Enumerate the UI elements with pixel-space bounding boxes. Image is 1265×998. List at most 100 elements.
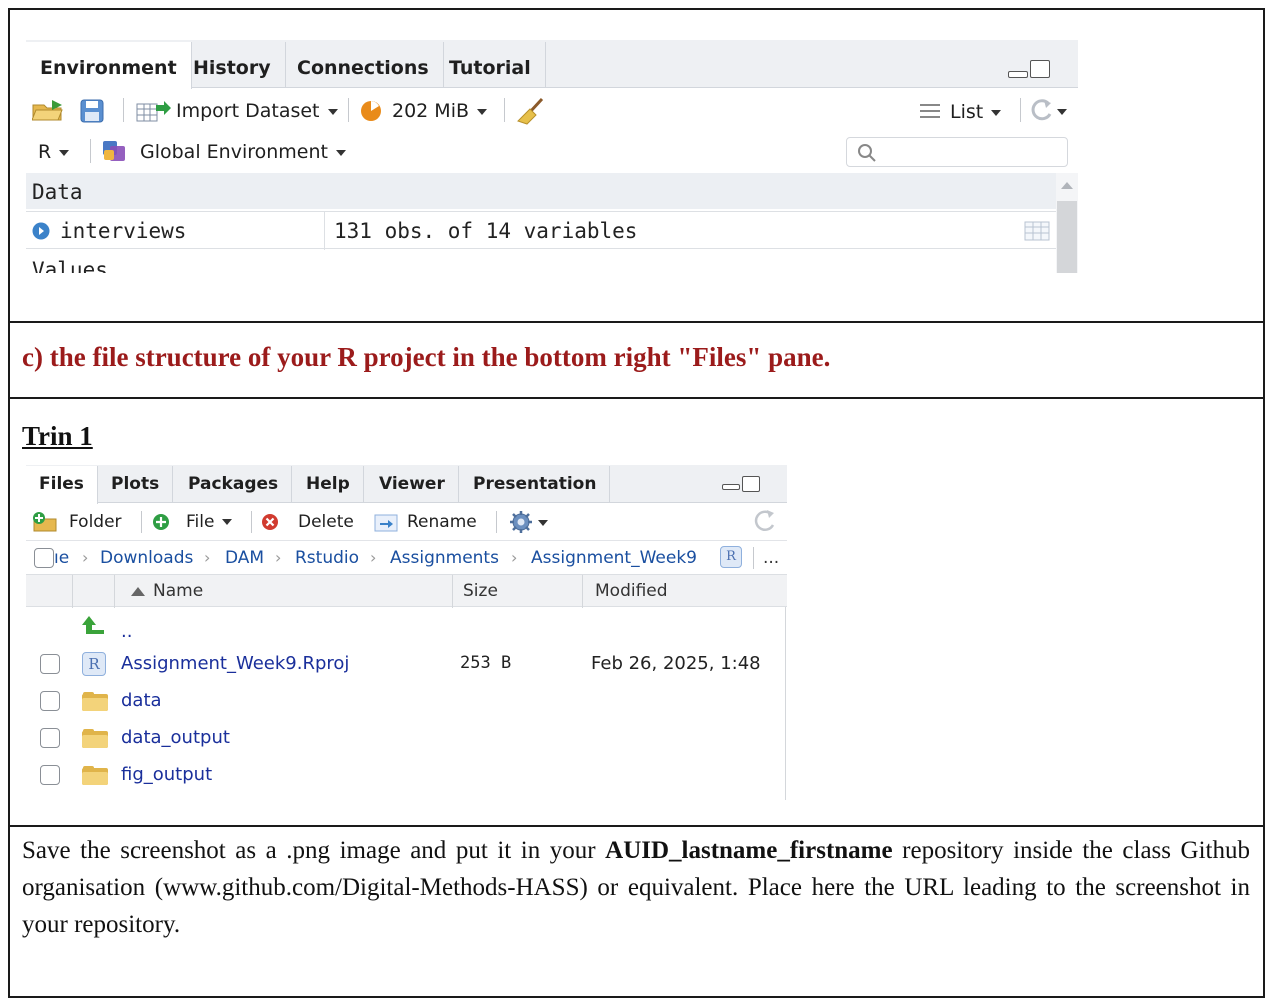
toolbar-separator [141, 511, 142, 533]
toolbar-separator [251, 511, 252, 533]
breadcrumb-separator: › [511, 548, 518, 567]
column-header-size[interactable]: Size [463, 575, 498, 607]
r-project-icon: R [720, 546, 742, 568]
refresh-icon[interactable] [753, 509, 779, 535]
toolbar-separator [123, 98, 124, 122]
tab-help[interactable]: Help [293, 466, 364, 503]
files-pane: Files Plots Packages Help Viewer Present… [26, 465, 787, 800]
memory-usage-button[interactable]: 202 MiB [392, 100, 488, 122]
breadcrumb-item[interactable]: Rstudio [295, 541, 359, 575]
breadcrumb-item[interactable]: Assignments [390, 541, 499, 575]
new-file-icon [153, 514, 169, 530]
new-folder-button[interactable]: Folder [69, 512, 122, 532]
table-row[interactable]: fig_output [26, 756, 787, 793]
env-scrollbar[interactable] [1056, 173, 1078, 273]
file-name[interactable]: data [121, 682, 162, 719]
view-data-icon[interactable] [1024, 221, 1050, 241]
row-checkbox[interactable] [40, 765, 60, 785]
env-toolbar: Import Dataset 202 MiB List [26, 89, 1078, 131]
memory-usage-icon [361, 101, 381, 121]
column-header-modified[interactable]: Modified [595, 575, 668, 607]
minimize-icon[interactable] [1008, 71, 1028, 78]
breadcrumb-item[interactable]: DAM [225, 541, 264, 575]
environment-icon [103, 141, 125, 161]
search-icon [858, 144, 876, 162]
breadcrumb-item[interactable]: Downloads [100, 541, 193, 575]
breadcrumb-separator: › [204, 548, 211, 567]
broom-icon[interactable] [516, 97, 546, 125]
environment-row[interactable]: interviews 131 obs. of 14 variables [26, 211, 1056, 250]
environment-search-input[interactable] [846, 137, 1068, 167]
maximize-icon[interactable] [1030, 60, 1050, 78]
object-name: interviews [60, 219, 187, 243]
view-mode-button[interactable]: List [950, 101, 1002, 123]
row-checkbox[interactable] [40, 691, 60, 711]
parent-directory-row[interactable]: .. [26, 609, 787, 646]
table-row[interactable]: data [26, 682, 787, 719]
rename-icon [374, 514, 398, 532]
tab-connections[interactable]: Connections [283, 42, 444, 88]
language-selector[interactable]: R [38, 141, 70, 163]
pane-right-edge [785, 607, 786, 800]
toolbar-separator [90, 139, 91, 163]
breadcrumb-more-button[interactable]: ... [763, 541, 779, 575]
instructions-part1: Save the screenshot as a .png image and … [22, 837, 606, 864]
tab-environment[interactable]: Environment [26, 42, 192, 89]
tab-history[interactable]: History [179, 42, 286, 88]
open-folder-icon[interactable] [32, 98, 66, 122]
gear-icon[interactable] [508, 510, 534, 534]
expand-arrow-icon[interactable] [32, 222, 50, 240]
list-view-icon [920, 104, 940, 118]
tab-viewer[interactable]: Viewer [366, 466, 459, 503]
breadcrumb-separator: › [275, 548, 282, 567]
column-header-name[interactable]: Name [153, 575, 203, 607]
minimize-icon[interactable] [722, 484, 740, 490]
breadcrumb-truncated[interactable]: ıe [54, 541, 69, 575]
table-divider [8, 397, 1265, 399]
toolbar-separator [753, 547, 754, 569]
tab-files[interactable]: Files [26, 466, 98, 504]
import-dataset-icon [136, 101, 171, 122]
row-checkbox[interactable] [40, 654, 60, 674]
instructions-text: Save the screenshot as a .png image and … [22, 832, 1250, 943]
rename-button[interactable]: Rename [407, 512, 477, 532]
breadcrumb-separator: › [370, 548, 377, 567]
refresh-options-icon[interactable] [1057, 109, 1067, 115]
tab-presentation[interactable]: Presentation [460, 466, 611, 503]
tab-tutorial[interactable]: Tutorial [435, 42, 546, 88]
file-name[interactable]: Assignment_Week9.Rproj [121, 645, 349, 682]
r-project-icon: R [82, 652, 106, 676]
env-tab-bar: Environment History Connections Tutorial [26, 40, 1078, 89]
file-name[interactable]: fig_output [121, 756, 212, 793]
tab-plots[interactable]: Plots [98, 466, 174, 503]
environment-scope-selector[interactable]: Global Environment [140, 141, 346, 163]
column-divider [582, 575, 583, 608]
table-row[interactable]: R Assignment_Week9.Rproj 253 B Feb 26, 2… [26, 645, 787, 682]
select-all-checkbox[interactable] [34, 548, 54, 568]
column-divider [324, 212, 325, 250]
scrollbar-thumb[interactable] [1057, 201, 1077, 273]
save-icon[interactable] [80, 99, 104, 123]
file-name[interactable]: data_output [121, 719, 230, 756]
repository-name: AUID_lastname_firstname [605, 837, 893, 864]
tab-packages[interactable]: Packages [175, 466, 293, 503]
import-dataset-button[interactable]: Import Dataset [176, 100, 338, 122]
scroll-up-icon[interactable] [1061, 181, 1073, 189]
refresh-icon[interactable] [1029, 98, 1059, 124]
breadcrumb-item[interactable]: Assignment_Week9 [531, 541, 697, 575]
maximize-icon[interactable] [742, 476, 760, 492]
folder-icon [82, 692, 108, 711]
more-options-icon[interactable] [538, 520, 548, 526]
file-size: 253 B [460, 653, 512, 673]
row-checkbox[interactable] [40, 728, 60, 748]
column-divider [452, 575, 453, 608]
folder-icon [82, 729, 108, 748]
delete-button[interactable]: Delete [298, 512, 354, 532]
new-folder-icon [33, 512, 57, 532]
files-toolbar: Folder File Delete Rename [26, 504, 787, 540]
object-value: 131 obs. of 14 variables [334, 219, 638, 243]
new-file-button[interactable]: File [186, 512, 233, 532]
table-row[interactable]: data_output [26, 719, 787, 756]
environment-pane: Environment History Connections Tutorial [26, 40, 1078, 273]
breadcrumb: ıe › Downloads › DAM › Rstudio › Assignm… [26, 540, 787, 574]
